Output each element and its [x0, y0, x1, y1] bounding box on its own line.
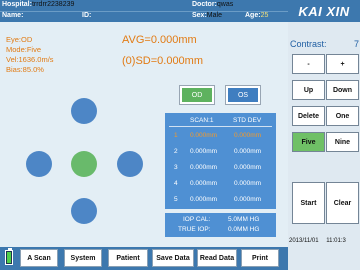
std-value: 0.000mm: [234, 132, 262, 139]
time-text: 11:01:3: [326, 238, 346, 244]
battery-tip: [7, 248, 12, 250]
velocity-setting: Vel:1636.0m/s: [6, 55, 54, 64]
table-row[interactable]: 3 0.000mm 0.000mm: [165, 161, 276, 174]
age-field: Age:25: [245, 12, 268, 19]
age-label: Age:: [245, 12, 261, 19]
date-time-display: 2013/11/01 11:01:3: [289, 238, 346, 244]
table-row[interactable]: 5 0.000mm 0.000mm: [165, 193, 276, 206]
scan-value: 0.000mm: [190, 164, 218, 171]
age-value: 25: [260, 12, 269, 19]
down-button[interactable]: Down: [326, 80, 359, 100]
scan-value: 0.000mm: [190, 148, 218, 155]
true-iop-value: 0.0MM HG: [228, 226, 260, 233]
std-value: 0.000mm: [234, 180, 262, 187]
one-button[interactable]: One: [326, 106, 359, 126]
patient-button[interactable]: Patient: [108, 249, 148, 267]
sex-label: Sex:: [192, 12, 207, 19]
doctor-field: Doctor:qwas: [192, 1, 233, 8]
table-row[interactable]: 2 0.000mm 0.000mm: [165, 145, 276, 158]
table-row[interactable]: 1 0.000mm 0.000mm: [165, 129, 276, 142]
os-button[interactable]: OS: [225, 85, 261, 105]
row-number: 5: [174, 196, 178, 203]
hospital-field: Hospital:trrdrr2238239: [2, 1, 74, 8]
hospital-label: Hospital:: [2, 1, 32, 8]
od-button[interactable]: OD: [179, 85, 215, 105]
name-label: Name:: [2, 12, 24, 19]
position-right-circle[interactable]: [117, 151, 143, 177]
position-top-circle[interactable]: [71, 98, 97, 124]
id-label: ID:: [82, 12, 92, 19]
std-dev-readout: (0)SD=0.000mm: [122, 55, 204, 67]
table-row[interactable]: 4 0.000mm 0.000mm: [165, 177, 276, 190]
sex-value: Male: [206, 12, 222, 19]
std-value: 0.000mm: [234, 148, 262, 155]
hospital-value: trrdrr2238239: [31, 1, 75, 8]
position-left-circle[interactable]: [26, 151, 52, 177]
system-button[interactable]: System: [64, 249, 102, 267]
row-number: 3: [174, 164, 178, 171]
battery-icon: [5, 248, 13, 265]
scan-value: 0.000mm: [190, 132, 218, 139]
iop-cal-label: IOP CAL:: [183, 216, 211, 223]
scan-column-header: SCAN:1: [190, 117, 214, 124]
sex-field: Sex:Male: [192, 12, 222, 19]
save-data-button[interactable]: Save Data: [152, 249, 194, 267]
read-data-button[interactable]: Read Data: [197, 249, 237, 267]
contrast-label: Contrast:: [290, 39, 327, 49]
contrast-plus-button[interactable]: +: [326, 54, 359, 74]
table-header-divider: [169, 126, 272, 127]
contrast-value: 7: [354, 39, 360, 49]
date-text: 2013/11/01: [289, 238, 319, 244]
up-button[interactable]: Up: [292, 80, 325, 100]
true-iop-label: TRUE IOP:: [178, 226, 211, 233]
iop-cal-value: 5.0MM HG: [228, 216, 260, 223]
clear-button[interactable]: Clear: [326, 182, 359, 224]
scan-value: 0.000mm: [190, 196, 218, 203]
five-button[interactable]: Five: [292, 132, 325, 152]
start-button[interactable]: Start: [292, 182, 325, 224]
std-value: 0.000mm: [234, 164, 262, 171]
row-number: 4: [174, 180, 178, 187]
scan-value: 0.000mm: [190, 180, 218, 187]
row-number: 1: [174, 132, 178, 139]
iop-panel: IOP CAL: 5.0MM HG TRUE IOP: 0.0MM HG: [165, 213, 276, 237]
brand-logo: KAI XIN: [288, 0, 360, 22]
position-center-circle[interactable]: [71, 151, 97, 177]
bias-setting: Bias:85.0%: [6, 65, 44, 74]
row-number: 2: [174, 148, 178, 155]
position-bottom-circle[interactable]: [71, 198, 97, 224]
scan-results-table: SCAN:1 STD DEV 1 0.000mm 0.000mm 2 0.000…: [165, 113, 276, 209]
print-button[interactable]: Print: [241, 249, 279, 267]
doctor-value: qwas: [216, 1, 234, 8]
patient-header: Hospital:trrdrr2238239 Doctor:qwas Name:…: [0, 0, 288, 22]
delete-button[interactable]: Delete: [292, 106, 325, 126]
a-scan-button[interactable]: A Scan: [20, 249, 58, 267]
average-readout: AVG=0.000mm: [122, 34, 197, 46]
mode-setting: Mode:Five: [6, 45, 42, 54]
measurement-settings: Eye:OD Mode:Five Vel:1636.0m/s Bias:85.0…: [6, 35, 54, 75]
doctor-label: Doctor:: [192, 1, 217, 8]
std-value: 0.000mm: [234, 196, 262, 203]
eye-setting: Eye:OD: [6, 35, 33, 44]
nine-button[interactable]: Nine: [326, 132, 359, 152]
contrast-minus-button[interactable]: -: [292, 54, 325, 74]
std-dev-column-header: STD DEV: [233, 117, 262, 124]
battery-level: [7, 252, 11, 263]
